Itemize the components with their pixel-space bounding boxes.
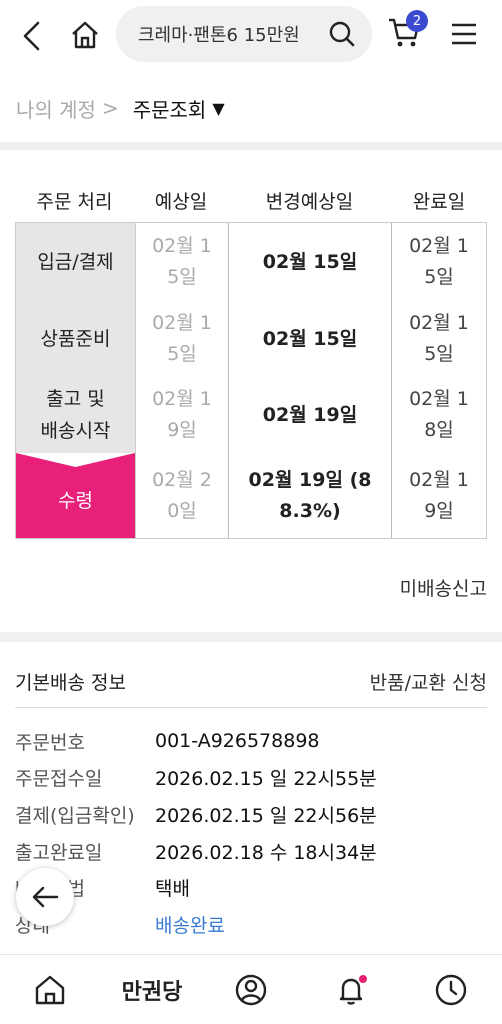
nav-history-clock-icon[interactable] [426, 965, 476, 1015]
status-cell-payment: 입금/결제 [16, 223, 135, 301]
changed-date: 02월 15일 [262, 250, 358, 273]
cart-icon[interactable]: 2 [384, 10, 428, 52]
info-row-order-number: 주문번호 001-A926578898 [15, 725, 320, 757]
info-value: 2026.02.15 일 22시55분 [155, 767, 377, 790]
expected-date: 02월 1 5일 [152, 235, 212, 288]
info-value: 001-A926578898 [155, 730, 320, 752]
search-box[interactable] [116, 6, 372, 62]
floating-back-button[interactable] [16, 868, 74, 926]
info-row-shipped-date: 출고완료일 2026.02.18 수 18시34분 [15, 835, 377, 867]
search-input[interactable] [138, 23, 314, 45]
delivery-info-header: 기본배송 정보 반품/교환 신청 [15, 663, 487, 699]
info-row-payment-date: 결제(입금확인) 2026.02.15 일 22시56분 [15, 798, 377, 830]
status-cell-shipping: 출고 및 배송시작 [16, 377, 135, 453]
status-cell-preparing: 상품준비 [16, 301, 135, 377]
changed-date: 02월 19일 (8 8.3%) [248, 468, 372, 522]
col-header-expected: 예상일 [154, 190, 208, 213]
bottom-nav: 만권당 [0, 954, 502, 1024]
top-bar: 2 [0, 0, 502, 72]
divider-line [15, 707, 487, 708]
order-table-header: 주문 처리 예상일 변경예상일 완료일 [15, 180, 487, 220]
section-divider [0, 632, 502, 642]
search-icon[interactable] [328, 20, 356, 48]
breadcrumb-separator: > [101, 96, 119, 120]
completed-date: 02월 1 8일 [409, 388, 469, 441]
info-value: 2026.02.15 일 22시56분 [155, 804, 377, 827]
info-key: 주문접수일 [15, 767, 103, 790]
info-key: 결제(입금확인) [15, 804, 135, 827]
col-header-changed: 변경예상일 [265, 190, 354, 213]
expected-date: 02월 2 0일 [152, 468, 212, 522]
col-header-status: 주문 처리 [36, 190, 113, 213]
status-cell-received: 수령 [16, 453, 135, 538]
completed-date: 02월 1 5일 [409, 235, 469, 288]
info-row-order-date: 주문접수일 2026.02.15 일 22시55분 [15, 761, 377, 793]
breadcrumb: 나의 계정 > 주문조회 ▼ [16, 92, 225, 124]
nav-home-icon[interactable] [25, 965, 75, 1015]
dropdown-caret-icon[interactable]: ▼ [212, 99, 224, 118]
completed-date: 02월 1 5일 [409, 312, 469, 365]
notification-dot [359, 975, 367, 983]
return-exchange-link[interactable]: 반품/교환 신청 [370, 668, 487, 695]
section-divider [0, 142, 502, 150]
cart-count-badge: 2 [406, 10, 428, 32]
delivery-status-link[interactable]: 배송완료 [155, 911, 225, 938]
status-label: 입금/결제 [37, 251, 114, 273]
status-column: 입금/결제 상품준비 출고 및 배송시작 수령 [16, 223, 135, 538]
menu-icon[interactable] [446, 16, 482, 52]
status-label: 상품준비 [40, 328, 111, 350]
info-value: 택배 [155, 877, 190, 900]
order-status-table: 입금/결제 상품준비 출고 및 배송시작 수령 02월 1 5일 02월 1 5… [15, 222, 487, 539]
completed-date: 02월 1 9일 [409, 468, 469, 522]
status-label: 출고 및 배송시작 [40, 388, 111, 442]
changed-date: 02월 15일 [262, 327, 358, 350]
status-label-active: 수령 [58, 489, 93, 512]
arrow-left-icon [32, 886, 59, 908]
breadcrumb-current[interactable]: 주문조회 [133, 94, 207, 123]
breadcrumb-parent[interactable]: 나의 계정 [16, 94, 96, 123]
nav-brand-tab[interactable]: 만권당 [112, 965, 192, 1015]
report-undelivered-link[interactable]: 미배송신고 [400, 574, 487, 601]
changed-date: 02월 19일 [262, 403, 358, 426]
info-value: 2026.02.18 수 18시34분 [155, 841, 377, 864]
expected-date: 02월 1 9일 [152, 388, 212, 441]
home-icon[interactable] [66, 16, 104, 54]
col-header-done: 완료일 [412, 190, 466, 213]
nav-notification-bell-icon[interactable] [326, 965, 376, 1015]
delivery-info-title: 기본배송 정보 [15, 671, 126, 694]
info-key: 주문번호 [15, 731, 85, 754]
back-icon[interactable] [14, 18, 50, 54]
expected-date: 02월 1 5일 [152, 312, 212, 365]
nav-profile-icon[interactable] [226, 965, 276, 1015]
info-key: 출고완료일 [15, 841, 103, 864]
